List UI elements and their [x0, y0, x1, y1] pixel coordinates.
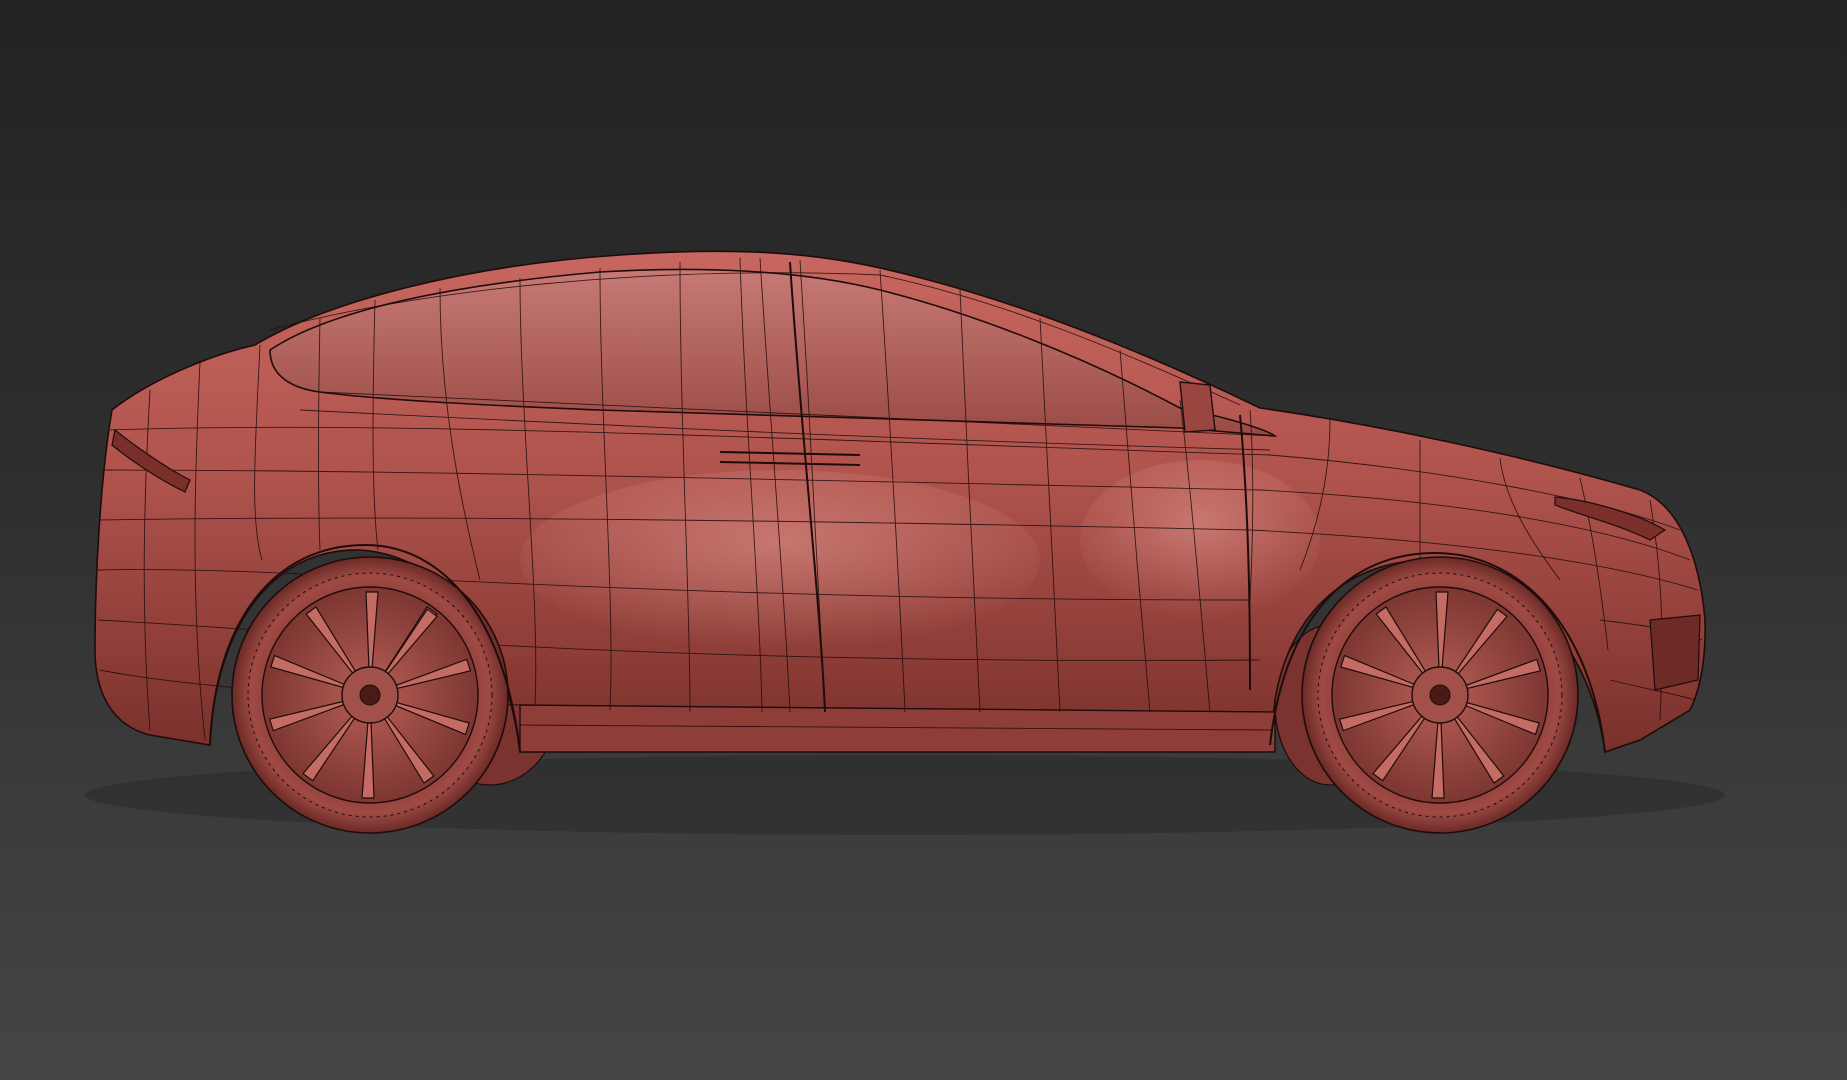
- side-mirror: [1179, 381, 1216, 433]
- front-wheel: [1301, 556, 1579, 834]
- car-wireframe-model: [85, 250, 1725, 835]
- 3d-viewport[interactable]: [0, 0, 1847, 1080]
- front-vent: [1649, 614, 1701, 691]
- door-highlight: [520, 470, 1040, 650]
- side-skirt: [519, 704, 1276, 753]
